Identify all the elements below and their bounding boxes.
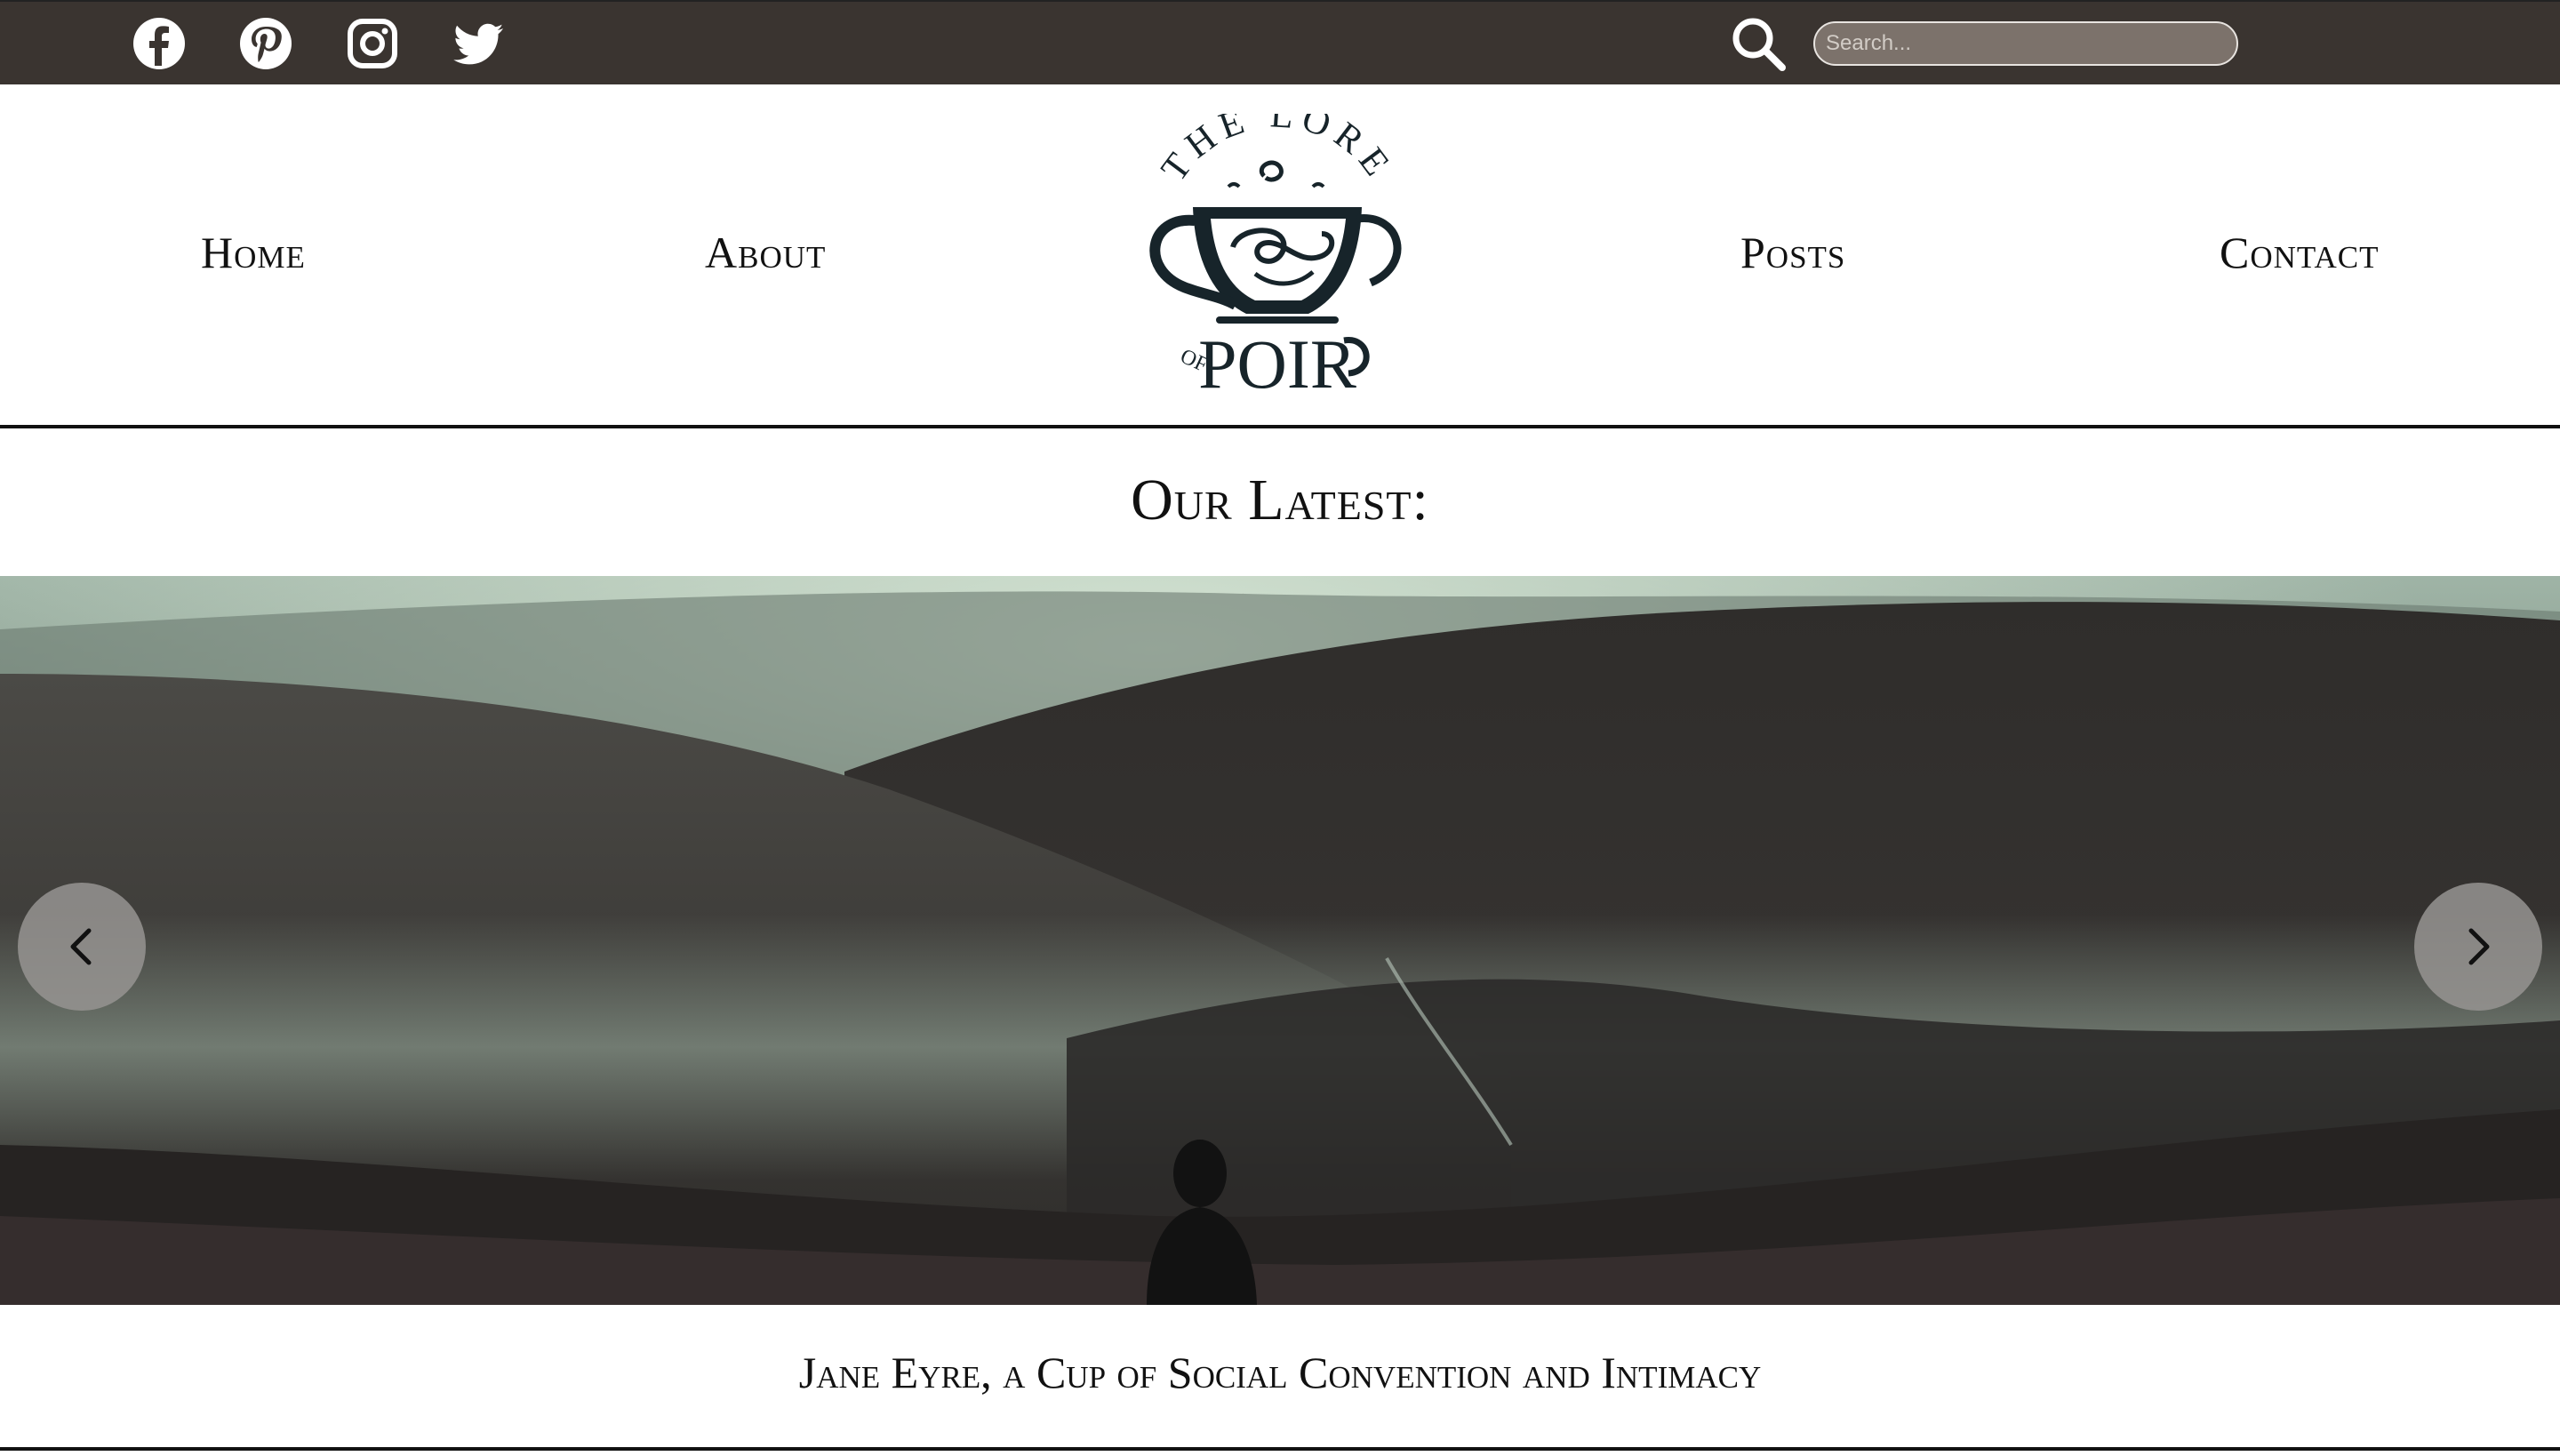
latest-heading: Our Latest: — [1131, 468, 1429, 532]
logo-bottom-text: POIR — [1198, 325, 1356, 398]
carousel-next-button[interactable] — [2414, 883, 2542, 1011]
instagram-icon[interactable] — [345, 16, 400, 71]
site-logo[interactable]: THE LORE OF POIR — [1131, 94, 1424, 403]
chevron-left-icon — [70, 928, 92, 965]
pinterest-icon[interactable] — [238, 16, 293, 71]
search-icon[interactable] — [1729, 14, 1788, 73]
carousel-prev-button[interactable] — [18, 883, 146, 1011]
facebook-icon[interactable] — [132, 16, 187, 71]
nav-contact-link[interactable]: Contact — [2220, 227, 2379, 278]
header-divider — [0, 425, 2560, 428]
social-top-bar — [0, 0, 2560, 84]
chevron-right-icon — [2468, 928, 2490, 965]
hero-image — [0, 576, 2560, 1305]
search-input[interactable] — [1813, 21, 2238, 66]
twitter-icon[interactable] — [452, 16, 507, 71]
nav-about-link[interactable]: About — [705, 227, 826, 278]
featured-post-title[interactable]: Jane Eyre, a Cup of Social Convention an… — [0, 1347, 2560, 1398]
footer-divider — [0, 1447, 2560, 1451]
featured-carousel — [0, 576, 2560, 1305]
nav-home-link[interactable]: Home — [201, 227, 306, 278]
nav-posts-link[interactable]: Posts — [1740, 227, 1845, 278]
